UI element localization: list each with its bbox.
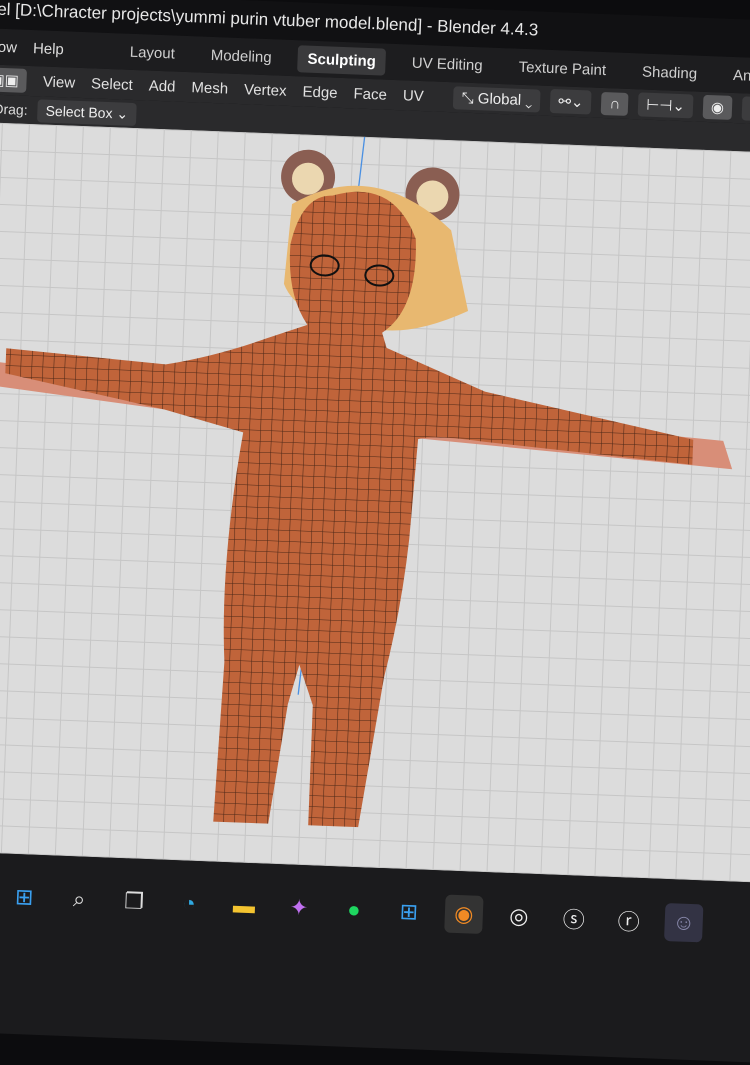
transform-orientation-dropdown[interactable]: ⤡ Global ⌄ [453, 86, 541, 112]
snap-icon: ⊢⊣ [646, 97, 673, 115]
file-explorer-icon[interactable]: ▬ [224, 886, 263, 925]
tab-texture-paint[interactable]: Texture Paint [508, 53, 617, 84]
menu-mesh[interactable]: Mesh [191, 79, 228, 97]
mode-icon[interactable]: ▣▣ [0, 67, 27, 93]
menu-add[interactable]: Add [148, 77, 175, 95]
task-view-icon[interactable]: ❐ [114, 882, 153, 921]
blender-icon[interactable]: ◉ [444, 895, 483, 934]
search-icon[interactable]: ⌕ [59, 880, 98, 919]
menu-edge[interactable]: Edge [302, 83, 338, 101]
proportional-edit-toggle[interactable]: ◉ [703, 95, 733, 120]
menu-view[interactable]: View [43, 73, 76, 91]
proportional-icon: ◉ [711, 99, 725, 116]
drag-select-dropdown[interactable]: Select Box ⌄ [37, 99, 136, 126]
spotify-icon[interactable]: ● [334, 890, 373, 929]
menu-vertex[interactable]: Vertex [244, 81, 287, 100]
monitor-screen: el [D:\Chracter projects\yummi purin vtu… [0, 0, 750, 1061]
pivot-dropdown[interactable]: ⚯⌄ [550, 89, 592, 115]
menu-select[interactable]: Select [91, 75, 133, 94]
tab-animation[interactable]: Animation [723, 61, 750, 91]
tab-sculpting[interactable]: Sculpting [297, 45, 386, 75]
link-icon: ⚯ [558, 93, 571, 110]
body-mesh [0, 178, 702, 839]
user-avatar[interactable]: ☺ [664, 903, 703, 942]
menu-window[interactable]: indow [0, 37, 17, 55]
tab-modeling[interactable]: Modeling [200, 41, 282, 71]
app-icon-1[interactable]: ◎ [499, 897, 538, 936]
microsoft-store-icon[interactable]: ⊞ [389, 892, 428, 931]
3d-viewport[interactable] [0, 122, 750, 883]
magnet-icon: ∩ [609, 95, 620, 112]
falloff-dropdown[interactable]: ∧ [742, 96, 750, 121]
tab-uv-editing[interactable]: UV Editing [401, 49, 493, 79]
windows-start-icon[interactable]: ⊞ [4, 878, 43, 917]
snap-toggle[interactable]: ∩ [601, 91, 629, 115]
menu-face[interactable]: Face [353, 85, 387, 103]
menu-help[interactable]: Help [33, 40, 64, 58]
drag-label: Drag: [0, 101, 28, 118]
edge-icon[interactable]: ◔ [169, 884, 208, 923]
orientation-icon: ⤡ [461, 89, 478, 107]
windows-taskbar: ⊞ ⌕ ❐ ◔ ▬ ✦ ● ⊞ ◉ ◎ ⓢ ⓡ ☺ [0, 851, 750, 1062]
menu-uv[interactable]: UV [403, 87, 424, 105]
tab-layout[interactable]: Layout [119, 38, 185, 67]
snap-dropdown[interactable]: ⊢⊣⌄ [638, 92, 694, 118]
app-icon-2[interactable]: ⓢ [554, 899, 593, 938]
copilot-icon[interactable]: ✦ [279, 888, 318, 927]
app-icon-3[interactable]: ⓡ [609, 901, 648, 940]
character-mesh [0, 122, 750, 883]
tab-shading[interactable]: Shading [632, 58, 708, 88]
